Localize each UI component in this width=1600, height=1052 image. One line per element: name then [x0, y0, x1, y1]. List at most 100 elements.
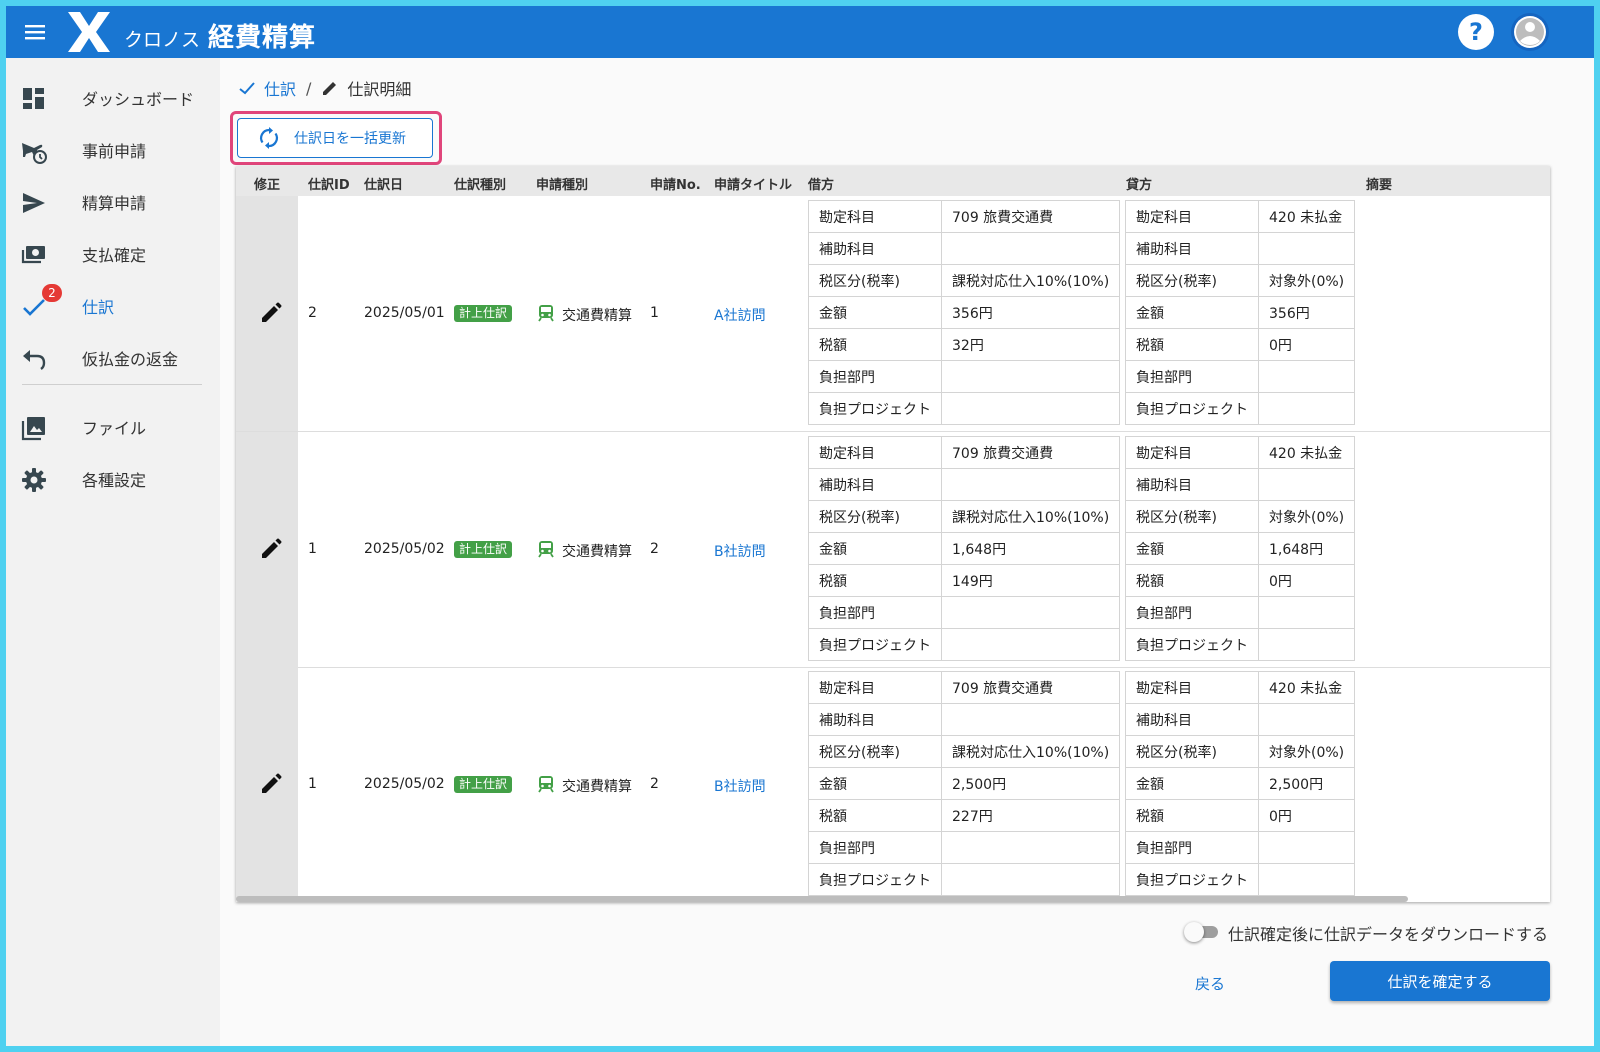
pencil-icon[interactable]: [260, 538, 282, 560]
debit-key: 補助科目: [808, 468, 942, 501]
debit-row: 勘定科目 709 旅費交通費: [808, 671, 1121, 704]
application-type: 交通費精算: [562, 308, 632, 324]
debit-row: 負担プロジェクト: [808, 863, 1121, 896]
debit-value: [940, 596, 1121, 629]
journal-type-chip: 計上仕訳: [454, 541, 513, 558]
credit-key: 補助科目: [1125, 232, 1259, 265]
debit-key: 勘定科目: [808, 200, 942, 233]
gear-icon: [22, 468, 46, 492]
debit-key: 補助科目: [808, 232, 942, 265]
credit-value: [1257, 831, 1356, 864]
help-circle-icon[interactable]: ?: [1456, 12, 1496, 52]
credit-value: 0円: [1257, 328, 1356, 361]
debit-key: 負担プロジェクト: [808, 392, 942, 425]
debit-key: 金額: [808, 767, 942, 800]
sidebar-item-settings[interactable]: 各種設定: [6, 457, 220, 501]
download-toggle[interactable]: [1184, 922, 1220, 942]
app-brand: クロノス: [124, 29, 201, 51]
bulk-update-date-button[interactable]: 仕訳日を一括更新: [237, 118, 433, 158]
app-name: 経費精算: [208, 23, 317, 53]
credit-row: 税区分(税率) 対象外(0%): [1125, 264, 1356, 297]
credit-row: 税区分(税率) 対象外(0%): [1125, 735, 1356, 768]
column-header-summary: 摘要: [1366, 178, 1393, 193]
credit-value: 2,500円: [1257, 767, 1356, 800]
credit-value: 420 未払金: [1257, 200, 1356, 233]
debit-row: 補助科目: [808, 232, 1121, 265]
dashboard-icon: [23, 88, 44, 109]
account-circle-icon[interactable]: [1510, 12, 1550, 52]
horizontal-scrollbar[interactable]: [236, 896, 1408, 902]
credit-row: 負担部門: [1125, 360, 1356, 393]
debit-value: [940, 232, 1121, 265]
debit-key: 税額: [808, 799, 942, 832]
credit-row: 負担部門: [1125, 596, 1356, 629]
debit-row: 金額 1,648円: [808, 532, 1121, 565]
application-type: 交通費精算: [562, 779, 632, 795]
sidebar-item-pre-application[interactable]: 事前申請: [6, 128, 220, 172]
journal-table: 修正 仕訳ID 仕訳日 仕訳種別 申請種別 申請No. 申請タイトル 借方 貸方…: [236, 166, 1550, 902]
confirm-journal-button[interactable]: 仕訳を確定する: [1330, 961, 1550, 1001]
application-title-link[interactable]: B社訪問: [714, 541, 766, 561]
debit-key: 税区分(税率): [808, 500, 942, 533]
debit-key: 税額: [808, 564, 942, 597]
credit-row: 税額 0円: [1125, 564, 1356, 597]
journal-id: 2: [308, 305, 317, 321]
journal-date: 2025/05/02: [364, 541, 445, 557]
debit-row: 税区分(税率) 課税対応仕入10%(10%): [808, 735, 1121, 768]
sidebar-item-files[interactable]: ファイル: [6, 405, 220, 449]
pencil-icon[interactable]: [260, 773, 282, 795]
sidebar-item-advance-refund[interactable]: 仮払金の返金: [6, 336, 220, 380]
credit-value: [1257, 628, 1356, 661]
credit-key: 勘定科目: [1125, 200, 1259, 233]
credit-row: 金額 2,500円: [1125, 767, 1356, 800]
credit-row: 税額 0円: [1125, 328, 1356, 361]
credit-value: [1257, 232, 1356, 265]
sidebar-item-payment-confirm[interactable]: 支払確定: [6, 232, 220, 276]
credit-row: 負担プロジェクト: [1125, 392, 1356, 425]
credit-key: 負担プロジェクト: [1125, 863, 1259, 896]
sidebar: ダッシュボード 事前申請 精算申請 支払確定 2 仕訳 仮払金の返金 ファイル …: [6, 58, 220, 1046]
credit-subtable: 勘定科目 420 未払金 補助科目 税区分(税率) 対象外(0%) 金額 356円 税額 0円負…: [1125, 200, 1356, 425]
debit-value: 32円: [940, 328, 1121, 361]
application-title-link[interactable]: B社訪問: [714, 776, 766, 796]
sidebar-item-dashboard[interactable]: ダッシュボード: [6, 76, 220, 120]
debit-row: 税額 227円: [808, 799, 1121, 832]
column-header-journal-type: 仕訳種別: [454, 178, 507, 193]
credit-key: 金額: [1125, 767, 1259, 800]
debit-key: 負担部門: [808, 831, 942, 864]
credit-value: [1257, 596, 1356, 629]
download-toggle-label: 仕訳確定後に仕訳データをダウンロードする: [1228, 925, 1549, 944]
train-icon: [538, 305, 554, 322]
debit-key: 税額: [808, 328, 942, 361]
app-bar: クロノス 経費精算 ?: [6, 6, 1594, 58]
debit-row: 負担プロジェクト: [808, 628, 1121, 661]
pencil-icon: [323, 82, 337, 95]
credit-row: 勘定科目 420 未払金: [1125, 671, 1356, 704]
sidebar-item-journal[interactable]: 2 仕訳: [6, 284, 220, 328]
breadcrumb-journal-link[interactable]: 仕訳: [238, 76, 296, 100]
hamburger-menu-icon[interactable]: [22, 20, 48, 44]
credit-key: 負担プロジェクト: [1125, 628, 1259, 661]
journal-id: 1: [308, 541, 317, 557]
credit-row: 負担プロジェクト: [1125, 863, 1356, 896]
column-header-debit: 借方: [808, 178, 835, 193]
journal-type-chip: 計上仕訳: [454, 305, 513, 322]
debit-row: 負担部門: [808, 360, 1121, 393]
credit-key: 負担プロジェクト: [1125, 392, 1259, 425]
back-button[interactable]: 戻る: [1182, 968, 1238, 998]
debit-row: 勘定科目 709 旅費交通費: [808, 200, 1121, 233]
credit-key: 税区分(税率): [1125, 264, 1259, 297]
airplane-clock-icon: [22, 143, 47, 164]
sidebar-item-label: ファイル: [82, 419, 147, 438]
debit-row: 勘定科目 709 旅費交通費: [808, 436, 1121, 469]
debit-key: 負担部門: [808, 360, 942, 393]
sidebar-item-label: 仮払金の返金: [82, 350, 179, 369]
pencil-icon[interactable]: [260, 302, 282, 324]
sidebar-item-expense-application[interactable]: 精算申請: [6, 180, 220, 224]
debit-row: 負担部門: [808, 596, 1121, 629]
application-title-link[interactable]: A社訪問: [714, 305, 766, 325]
credit-key: 税額: [1125, 328, 1259, 361]
credit-key: 勘定科目: [1125, 671, 1259, 704]
debit-value: 709 旅費交通費: [940, 436, 1121, 469]
column-header-journal-date: 仕訳日: [364, 178, 404, 193]
